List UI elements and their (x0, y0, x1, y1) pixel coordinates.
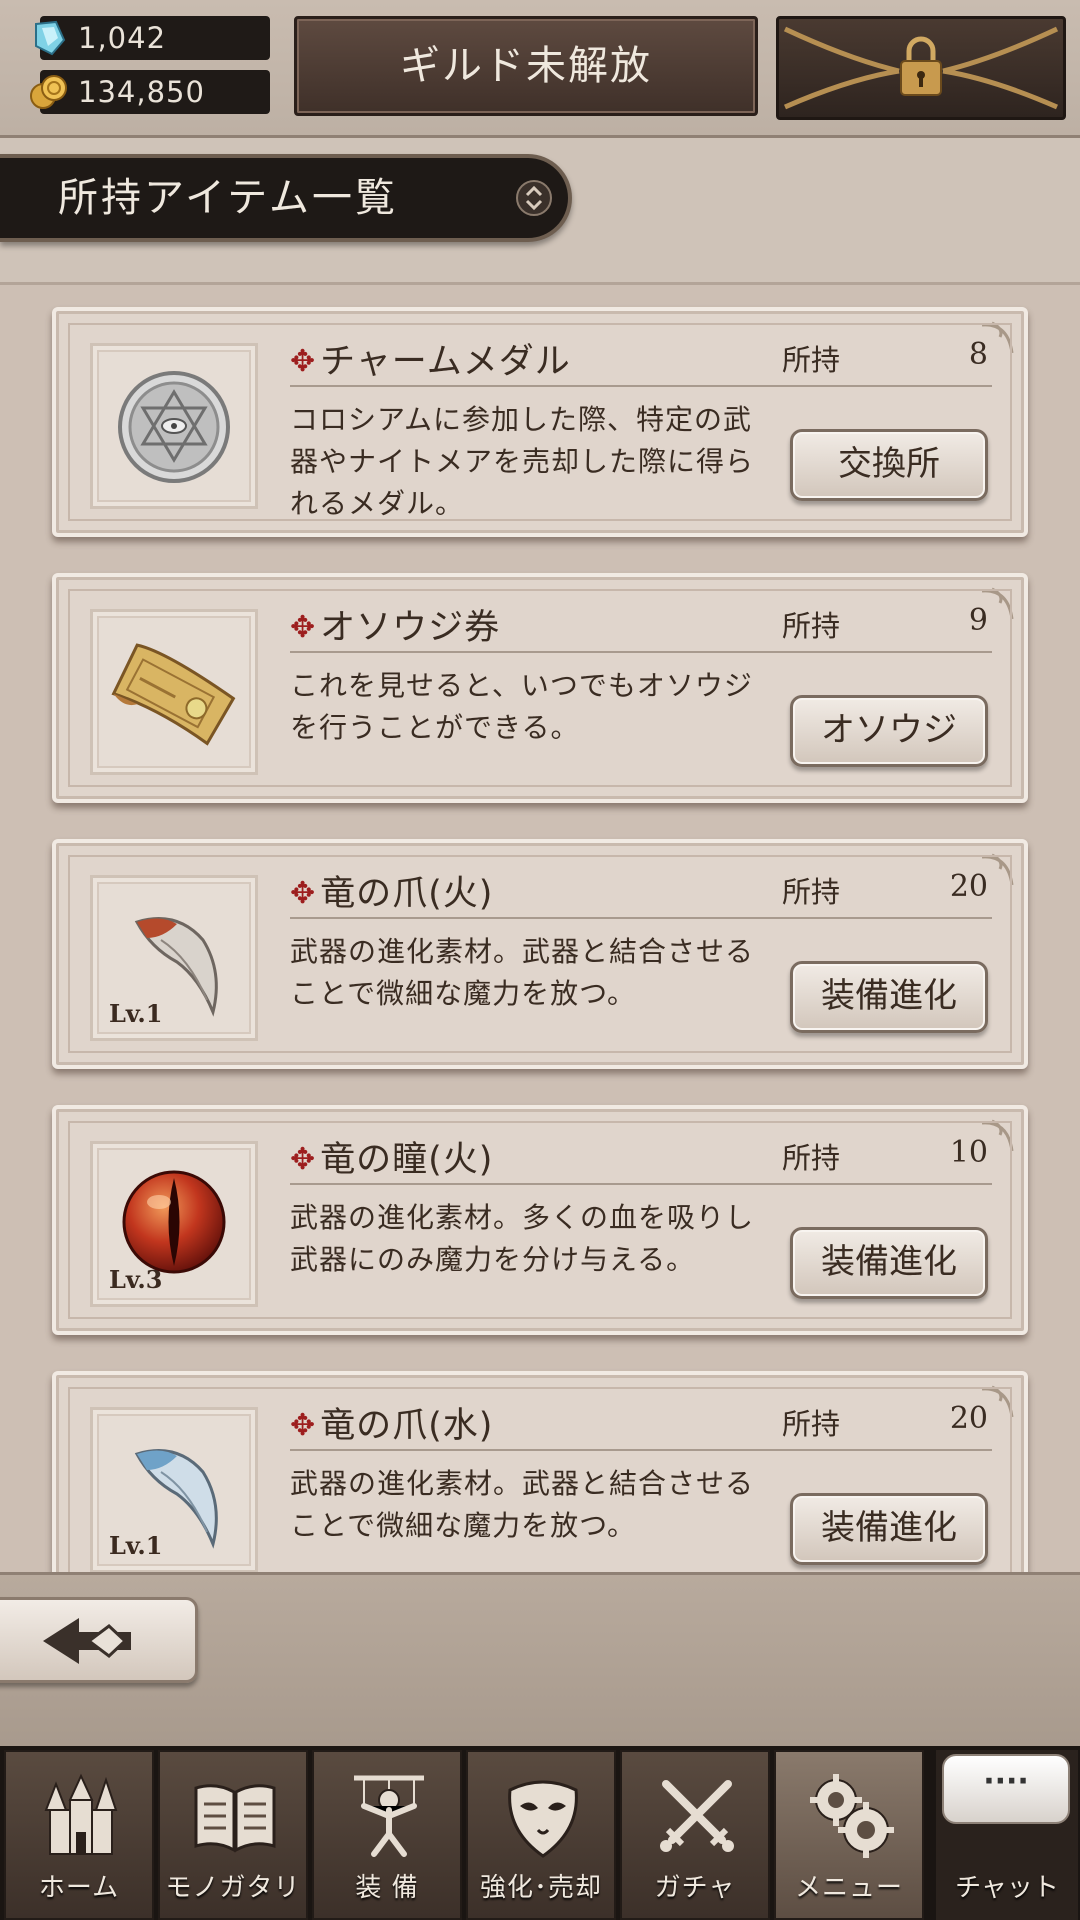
list-item: ✥ オソウジ券 所持 9 これを見せると、いつでもオソウジを行うことができる。 オ… (52, 573, 1028, 803)
list-item: ✥ チャームメダル 所持 8 コロシアムに参加した際、特定の武器やナイトメアを売却… (52, 307, 1028, 537)
nav-home[interactable]: ホーム (4, 1750, 154, 1920)
owned-label: 所持 (782, 1141, 841, 1175)
nav-label: チャット (955, 1873, 1059, 1903)
cleaning-button[interactable]: オソウジ (790, 695, 988, 767)
charm-medal-icon (118, 371, 230, 483)
back-button[interactable] (0, 1597, 198, 1683)
gem-counter: 1,042 (35, 16, 270, 60)
item-level: Lv.1 (109, 1531, 163, 1560)
nav-label: 強化･売却 (479, 1873, 602, 1903)
nav-enhance-sell[interactable]: 強化･売却 (466, 1750, 616, 1920)
evolve-equipment-button[interactable]: 装備進化 (790, 1493, 988, 1565)
cross-icon: ✥ (290, 344, 317, 379)
back-bar (0, 1572, 1080, 1746)
divider (290, 651, 992, 653)
item-thumbnail (90, 609, 258, 775)
locked-feature-button[interactable] (776, 16, 1066, 120)
item-name: ✥ 竜の爪(水) (290, 1406, 494, 1446)
swords-icon (660, 1780, 734, 1852)
evolve-equipment-button[interactable]: 装備進化 (790, 1227, 988, 1299)
list-item: Lv.3 ✥ 竜の瞳(火) 所持 10 武器の進化素材。多くの血を吸りし武器にのみ… (52, 1105, 1028, 1335)
coin-counter: 134,850 (30, 70, 270, 114)
item-thumbnail: Lv.3 (90, 1141, 258, 1307)
owned-count: 8 (968, 337, 988, 372)
nav-gacha[interactable]: ガチャ (620, 1750, 770, 1920)
nav-label: モノガタリ (165, 1873, 301, 1903)
item-thumbnail: Lv.1 (90, 875, 258, 1041)
nav-label: ホーム (38, 1873, 120, 1903)
item-name: ✥ チャームメダル (290, 342, 571, 382)
item-name: ✥ 竜の瞳(火) (290, 1140, 494, 1180)
divider (290, 917, 992, 919)
item-level: Lv.1 (109, 999, 163, 1028)
item-description: 武器の進化素材。多くの血を吸りし武器にのみ魔力を分け与える。 (290, 1201, 755, 1276)
back-arrow-icon (43, 1618, 131, 1664)
owned-label: 所持 (782, 609, 841, 643)
item-thumbnail (90, 343, 258, 509)
item-thumbnail: Lv.1 (90, 1407, 258, 1572)
owned-label: 所持 (782, 343, 841, 377)
puppet-icon (354, 1775, 424, 1857)
chat-bubble-icon: ···· (942, 1754, 1070, 1824)
gem-icon (35, 20, 66, 56)
divider (290, 1183, 992, 1185)
top-bar: 1,042 134,850 ギルド未解放 (0, 0, 1080, 138)
nav-story[interactable]: モノガタリ (158, 1750, 308, 1920)
owned-label: 所持 (782, 875, 841, 909)
gears-icon (810, 1774, 894, 1858)
divider (290, 385, 992, 387)
item-description: 武器の進化素材。武器と結合させることで微細な魔力を放つ。 (290, 1467, 755, 1542)
coin-icon (30, 75, 67, 109)
owned-count: 20 (949, 869, 988, 904)
cross-icon: ✥ (290, 1408, 317, 1443)
cross-icon: ✥ (290, 876, 317, 911)
cleaning-ticket-icon (111, 643, 236, 746)
section-header: 所持アイテム一覧 (0, 154, 572, 242)
guild-button[interactable]: ギルド未解放 (294, 16, 758, 116)
exchange-button[interactable]: 交換所 (790, 429, 988, 501)
item-list[interactable]: ✥ チャームメダル 所持 8 コロシアムに参加した際、特定の武器やナイトメアを売却… (0, 282, 1080, 1572)
owned-count: 20 (949, 1401, 988, 1436)
nav-equipment[interactable]: 装 備 (312, 1750, 462, 1920)
item-name: ✥ オソウジ券 (290, 608, 501, 648)
gem-count: 1,042 (78, 21, 167, 55)
owned-label: 所持 (782, 1407, 841, 1441)
nav-label: メニュー (794, 1873, 903, 1903)
nav-menu[interactable]: メニュー (774, 1750, 924, 1920)
item-description: これを見せると、いつでもオソウジを行うことができる。 (290, 669, 753, 744)
castle-icon (44, 1773, 118, 1855)
item-name: ✥ 竜の爪(火) (290, 874, 494, 914)
item-description: コロシアムに参加した際、特定の武器やナイトメアを売却した際に得られるメダル。 (290, 403, 755, 520)
nav-chat[interactable]: ···· チャット (936, 1750, 1078, 1920)
divider (290, 1449, 992, 1451)
sort-toggle-icon[interactable] (516, 180, 552, 216)
item-level: Lv.3 (109, 1265, 163, 1294)
nav-label: ガチャ (654, 1873, 736, 1903)
owned-count: 10 (949, 1135, 988, 1170)
cross-icon: ✥ (290, 1142, 317, 1177)
cross-icon: ✥ (290, 610, 317, 645)
owned-count: 9 (968, 603, 988, 638)
list-item: Lv.1 ✥ 竜の爪(水) 所持 20 武器の進化素材。武器と結合させることで微細… (52, 1371, 1028, 1572)
list-item: Lv.1 ✥ 竜の爪(火) 所持 20 武器の進化素材。武器と結合させることで微細… (52, 839, 1028, 1069)
item-description: 武器の進化素材。武器と結合させることで微細な魔力を放つ。 (290, 935, 755, 1010)
book-icon (194, 1784, 276, 1853)
coin-count: 134,850 (78, 75, 205, 109)
chained-lock-icon (783, 26, 1059, 110)
evolve-equipment-button[interactable]: 装備進化 (790, 961, 988, 1033)
bottom-nav: ホーム モノガタリ 装 備 強化･売却 ガチャ メニュー ···· チャット (0, 1746, 1080, 1920)
mask-icon (508, 1780, 578, 1858)
page-title: 所持アイテム一覧 (58, 175, 398, 221)
nav-label: 装 備 (355, 1873, 419, 1903)
